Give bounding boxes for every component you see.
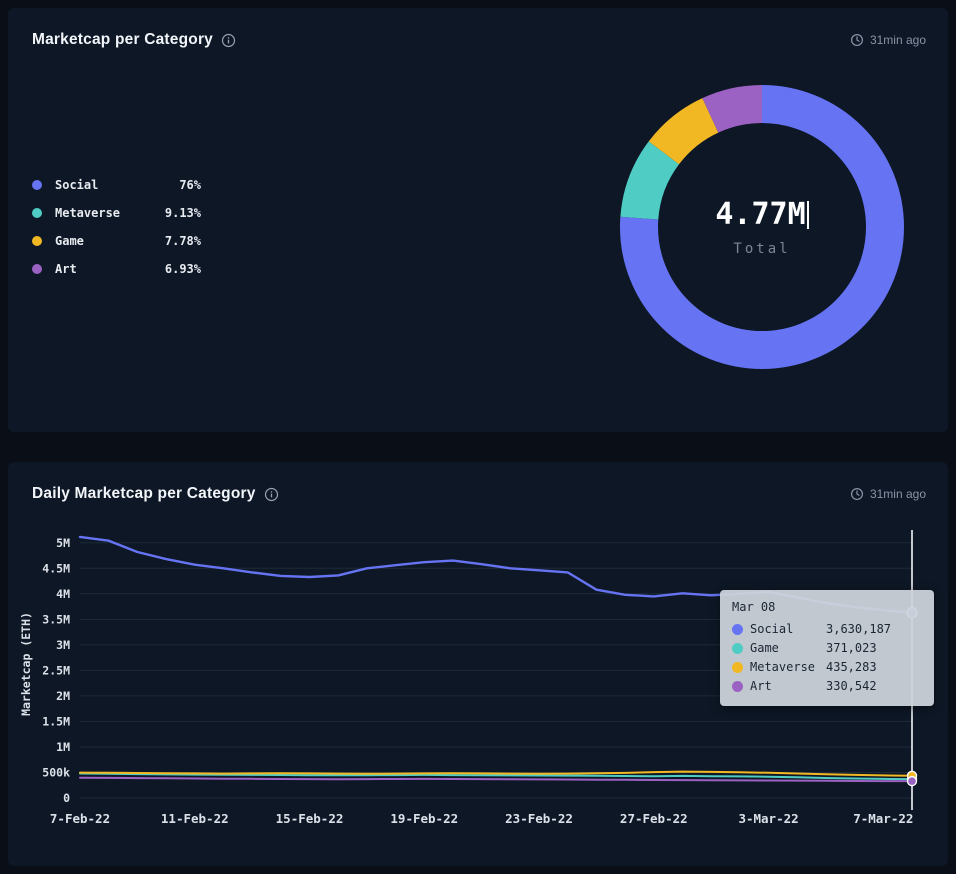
y-tick-label: 4M bbox=[56, 587, 70, 601]
y-tick-label: 2M bbox=[56, 689, 70, 703]
tooltip-row: Metaverse 435,283 bbox=[732, 660, 922, 674]
tooltip-series-label: Social bbox=[750, 622, 794, 636]
tooltip-row: Game 371,023 bbox=[732, 641, 922, 655]
tooltip-color-dot bbox=[732, 680, 743, 692]
legend-color-dot bbox=[32, 236, 42, 246]
legend-label: Art bbox=[55, 262, 77, 276]
donut-legend: Social 76% Metaverse 9.13% Game 7.78% Ar… bbox=[32, 171, 201, 283]
y-tick-label: 2.5M bbox=[42, 663, 70, 677]
legend-label: Game bbox=[55, 234, 84, 248]
panel-daily-marketcap: Daily Marketcap per Category 31min ago 0… bbox=[8, 462, 948, 866]
tooltip-series-label: Art bbox=[750, 679, 772, 693]
tooltip-series-value: 435,283 bbox=[826, 660, 877, 674]
donut-panel-body: Social 76% Metaverse 9.13% Game 7.78% Ar… bbox=[8, 54, 948, 400]
x-tick-label: 3-Mar-22 bbox=[738, 811, 798, 826]
info-icon[interactable] bbox=[221, 33, 236, 48]
legend-percentage: 6.93% bbox=[164, 262, 201, 276]
legend-percentage: 76% bbox=[179, 178, 201, 192]
x-tick-label: 15-Feb-22 bbox=[276, 811, 344, 826]
clock-icon bbox=[850, 487, 864, 501]
legend-label: Social bbox=[55, 178, 99, 192]
crosshair-dot-art bbox=[906, 775, 918, 787]
tooltip-row: Art 330,542 bbox=[732, 679, 922, 693]
clock-icon bbox=[850, 33, 864, 47]
y-tick-label: 1.5M bbox=[42, 714, 70, 728]
legend-color-dot bbox=[32, 264, 42, 274]
x-tick-label: 23-Feb-22 bbox=[505, 811, 573, 826]
tooltip-color-dot bbox=[732, 661, 743, 673]
panel-title: Daily Marketcap per Category bbox=[32, 485, 256, 502]
legend-item[interactable]: Social 76% bbox=[32, 171, 201, 199]
info-icon[interactable] bbox=[264, 487, 279, 502]
legend-item[interactable]: Art 6.93% bbox=[32, 255, 201, 283]
tooltip-color-dot bbox=[732, 642, 743, 654]
updated-time: 31min ago bbox=[869, 487, 926, 501]
chart-tooltip: Mar 08 Social 3,630,187 Game 371,023 Met… bbox=[720, 590, 934, 706]
tooltip-series-label: Metaverse bbox=[750, 660, 816, 674]
updated-time: 31min ago bbox=[869, 33, 926, 47]
y-tick-label: 3M bbox=[56, 638, 70, 652]
legend-color-dot bbox=[32, 208, 42, 218]
tooltip-date: Mar 08 bbox=[732, 600, 776, 614]
tooltip-color-dot bbox=[732, 623, 743, 635]
x-tick-label: 11-Feb-22 bbox=[161, 811, 229, 826]
tooltip-series-value: 330,542 bbox=[826, 679, 877, 693]
last-updated: 31min ago bbox=[850, 33, 926, 47]
y-tick-label: 500k bbox=[42, 765, 70, 779]
legend-percentage: 9.13% bbox=[164, 206, 201, 220]
legend-percentage: 7.78% bbox=[164, 234, 201, 248]
donut-chart[interactable]: 4.77M Total bbox=[616, 81, 908, 373]
x-tick-label: 19-Feb-22 bbox=[390, 811, 458, 826]
panel-marketcap-per-category: Marketcap per Category 31min ago Social … bbox=[8, 8, 948, 432]
tooltip-row: Social 3,630,187 bbox=[732, 622, 922, 636]
tooltip-series-label: Game bbox=[750, 641, 779, 655]
line-chart[interactable]: 0 500k 1M 1.5M 2M 2.5M 3M 3.5M 4M 4.5M 5M 7-Feb-22 1… bbox=[16, 522, 936, 832]
x-tick-label: 7-Feb-22 bbox=[50, 811, 110, 826]
last-updated: 31min ago bbox=[850, 487, 926, 501]
y-tick-label: 3.5M bbox=[42, 612, 70, 626]
legend-color-dot bbox=[32, 180, 42, 190]
series-line-art[interactable] bbox=[79, 776, 913, 783]
y-tick-label: 1M bbox=[56, 740, 70, 754]
dashboard: Marketcap per Category 31min ago Social … bbox=[0, 8, 956, 866]
panel-title: Marketcap per Category bbox=[32, 31, 213, 48]
x-tick-label: 7-Mar-22 bbox=[853, 811, 913, 826]
panel-header: Marketcap per Category 31min ago bbox=[8, 8, 948, 54]
panel-header: Daily Marketcap per Category 31min ago bbox=[8, 462, 948, 508]
y-axis-label: Marketcap (ETH) bbox=[19, 612, 33, 716]
x-tick-label: 27-Feb-22 bbox=[620, 811, 688, 826]
y-tick-label: 0 bbox=[63, 791, 70, 805]
tooltip-series-value: 3,630,187 bbox=[826, 622, 892, 636]
legend-item[interactable]: Game 7.78% bbox=[32, 227, 201, 255]
tooltip-rows: Social 3,630,187 Game 371,023 Metaverse … bbox=[732, 622, 922, 693]
y-tick-label: 4.5M bbox=[42, 561, 70, 575]
tooltip-series-value: 371,023 bbox=[826, 641, 877, 655]
legend-label: Metaverse bbox=[55, 206, 121, 220]
legend-item[interactable]: Metaverse 9.13% bbox=[32, 199, 201, 227]
y-tick-label: 5M bbox=[56, 536, 70, 550]
